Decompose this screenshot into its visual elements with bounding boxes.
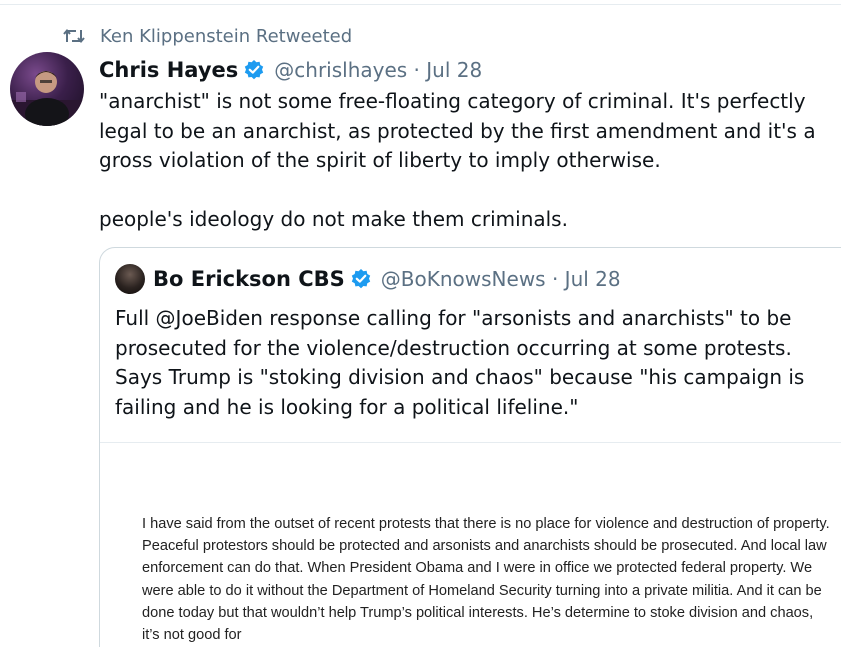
retweet-context[interactable]: Ken Klippenstein Retweeted [62, 24, 352, 48]
quoted-tweet-header: Bo Erickson CBS @BoKnowsNews · Jul 28 [115, 264, 621, 294]
quoted-author-handle-date[interactable]: @BoKnowsNews · Jul 28 [381, 267, 621, 291]
quoted-tweet-image[interactable]: I have said from the outset of recent pr… [100, 442, 841, 647]
retweet-icon [62, 24, 86, 48]
retweet-label: Ken Klippenstein Retweeted [100, 25, 353, 47]
divider [0, 4, 841, 5]
tweet-header: Chris Hayes @chrislhayes · Jul 28 [99, 55, 482, 85]
quoted-tweet-text: Full @JoeBiden response calling for "ars… [115, 306, 805, 419]
statement-image-text: I have said from the outset of recent pr… [142, 516, 830, 644]
quoted-tweet[interactable]: Bo Erickson CBS @BoKnowsNews · Jul 28 Fu… [99, 247, 841, 647]
avatar[interactable] [10, 52, 84, 126]
tweet-view: Ken Klippenstein Retweeted Chris Hayes @… [0, 0, 841, 647]
tweet-text: "anarchist" is not some free-floating ca… [99, 89, 816, 231]
verified-badge-icon [243, 59, 265, 81]
verified-badge-icon [350, 268, 372, 290]
quoted-author-name[interactable]: Bo Erickson CBS [153, 267, 345, 291]
author-name[interactable]: Chris Hayes [99, 58, 238, 82]
quoted-avatar[interactable] [115, 264, 145, 294]
author-handle-date[interactable]: @chrislhayes · Jul 28 [274, 58, 482, 82]
